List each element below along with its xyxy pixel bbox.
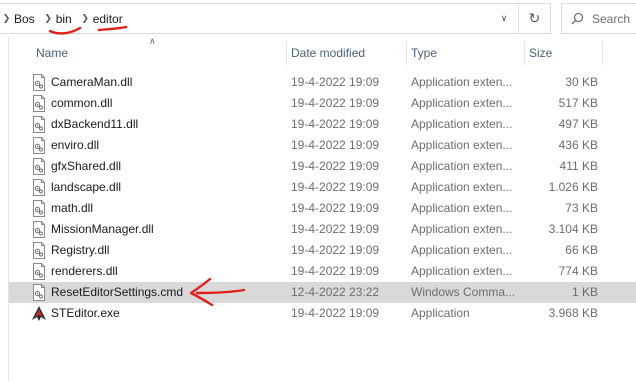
file-date-modified: 12-4-2022 23:22 (291, 285, 380, 299)
file-row[interactable]: gfxShared.dll 19-4-2022 19:09 Application … (9, 156, 636, 177)
file-size: 517 KB (558, 96, 598, 110)
cmd-file-icon (31, 284, 47, 301)
file-row[interactable]: ResetEditorSettings.cmd 12-4-2022 23:22 Wi… (9, 282, 636, 303)
dll-file-icon (31, 221, 47, 238)
chevron-right-icon[interactable]: ❯ (42, 14, 55, 24)
file-size: 774 KB (558, 264, 598, 278)
file-row[interactable]: STEditor.exe 19-4-2022 19:09 Application 3.… (9, 303, 636, 324)
file-date-modified: 19-4-2022 19:09 (291, 138, 380, 152)
file-name: gfxShared.dll (51, 159, 122, 173)
file-row[interactable]: common.dll 19-4-2022 19:09 Application ext… (9, 93, 636, 114)
breadcrumb-item-bin[interactable]: bin (55, 12, 73, 26)
file-type: Application exten... (411, 75, 513, 89)
column-divider[interactable] (602, 41, 603, 65)
column-type-label: Type (411, 46, 438, 60)
file-row[interactable]: enviro.dll 19-4-2022 19:09 Application ext… (9, 135, 636, 156)
file-name: landscape.dll (51, 180, 122, 194)
refresh-icon: ↻ (528, 10, 541, 27)
file-name: math.dll (51, 201, 94, 215)
dll-file-icon (31, 116, 47, 133)
file-name: enviro.dll (51, 138, 100, 152)
file-type: Application exten... (411, 243, 513, 257)
address-bar[interactable]: ❯ Bos ❯ bin ❯ editor ∨ ↻ (0, 3, 551, 34)
breadcrumb-item-editor[interactable]: editor (92, 12, 124, 26)
file-date-modified: 19-4-2022 19:09 (291, 117, 380, 131)
file-size: 1.026 KB (548, 180, 598, 194)
dll-file-icon (31, 74, 47, 91)
column-name-label: Name (36, 46, 69, 60)
chevron-right-icon[interactable]: ❯ (79, 14, 92, 24)
dll-file-icon (31, 158, 47, 175)
file-row[interactable]: landscape.dll 19-4-2022 19:09 Application … (9, 177, 636, 198)
dll-file-icon (31, 95, 47, 112)
file-date-modified: 19-4-2022 19:09 (291, 201, 380, 215)
file-date-modified: 19-4-2022 19:09 (291, 159, 380, 173)
file-size: 30 KB (565, 75, 598, 89)
file-type: Application exten... (411, 201, 513, 215)
chevron-down-icon: ∨ (500, 13, 508, 24)
file-type: Application exten... (411, 264, 513, 278)
file-date-modified: 19-4-2022 19:09 (291, 222, 380, 236)
file-size: 3.104 KB (548, 222, 598, 236)
file-row[interactable]: renderers.dll 19-4-2022 19:09 Application … (9, 261, 636, 282)
column-size-label: Size (529, 46, 553, 60)
column-type-header[interactable]: Type (406, 38, 524, 68)
file-size: 3.968 KB (548, 306, 598, 320)
file-size: 1 KB (571, 285, 598, 299)
dll-file-icon (31, 179, 47, 196)
address-bar-area: ❯ Bos ❯ bin ❯ editor ∨ ↻ Search (0, 0, 636, 37)
file-size: 411 KB (559, 159, 598, 173)
file-type: Application exten... (411, 159, 513, 173)
column-date-header[interactable]: Date modified (286, 38, 406, 68)
file-name: dxBackend11.dll (51, 117, 139, 131)
file-list: CameraMan.dll 19-4-2022 19:09 Application … (9, 72, 636, 324)
file-date-modified: 19-4-2022 19:09 (291, 264, 380, 278)
file-type: Application exten... (411, 180, 513, 194)
refresh-button[interactable]: ↻ (519, 4, 550, 33)
file-type: Application (411, 306, 470, 320)
file-name: MissionManager.dll (51, 222, 154, 236)
file-name: Registry.dll (51, 243, 110, 257)
file-type: Application exten... (411, 117, 513, 131)
file-name: renderers.dll (51, 264, 118, 278)
file-date-modified: 19-4-2022 19:09 (291, 180, 380, 194)
file-size: 66 KB (565, 243, 598, 257)
file-size: 73 KB (565, 201, 598, 215)
column-name-header[interactable]: Name (31, 38, 286, 68)
file-name: ResetEditorSettings.cmd (51, 285, 184, 299)
dll-file-icon (31, 263, 47, 280)
dll-file-icon (31, 137, 47, 154)
file-date-modified: 19-4-2022 19:09 (291, 75, 380, 89)
breadcrumb: ❯ Bos ❯ bin ❯ editor (0, 4, 124, 33)
exe-app-icon (31, 305, 47, 322)
search-placeholder: Search (592, 11, 631, 26)
dll-file-icon (31, 242, 47, 259)
column-date-label: Date modified (291, 46, 366, 60)
breadcrumb-item-bos[interactable]: Bos (13, 12, 36, 26)
file-date-modified: 19-4-2022 19:09 (291, 243, 380, 257)
file-name: common.dll (51, 96, 113, 110)
file-row[interactable]: dxBackend11.dll 19-4-2022 19:09 Applicatio… (9, 114, 636, 135)
file-row[interactable]: CameraMan.dll 19-4-2022 19:09 Application … (9, 72, 636, 93)
search-box[interactable]: Search (561, 3, 636, 34)
file-name: STEditor.exe (51, 306, 120, 320)
chevron-right-icon[interactable]: ❯ (0, 14, 13, 24)
file-type: Application exten... (411, 96, 513, 110)
file-row[interactable]: Registry.dll 19-4-2022 19:09 Application e… (9, 240, 636, 261)
search-icon (562, 12, 592, 25)
file-date-modified: 19-4-2022 19:09 (291, 96, 380, 110)
address-history-dropdown[interactable]: ∨ (491, 4, 517, 33)
column-size-header[interactable]: Size (524, 38, 602, 68)
dll-file-icon (31, 200, 47, 217)
file-size: 497 KB (558, 117, 598, 131)
file-date-modified: 19-4-2022 19:09 (291, 306, 380, 320)
column-header: ∧ Name Date modified Type Size (9, 37, 636, 68)
file-type: Application exten... (411, 138, 513, 152)
file-type: Windows Comma... (411, 285, 515, 299)
file-type: Application exten... (411, 222, 513, 236)
file-row[interactable]: math.dll 19-4-2022 19:09 Application exten… (9, 198, 636, 219)
file-row[interactable]: MissionManager.dll 19-4-2022 19:09 Applica… (9, 219, 636, 240)
file-size: 436 KB (558, 138, 598, 152)
file-name: CameraMan.dll (51, 75, 133, 89)
